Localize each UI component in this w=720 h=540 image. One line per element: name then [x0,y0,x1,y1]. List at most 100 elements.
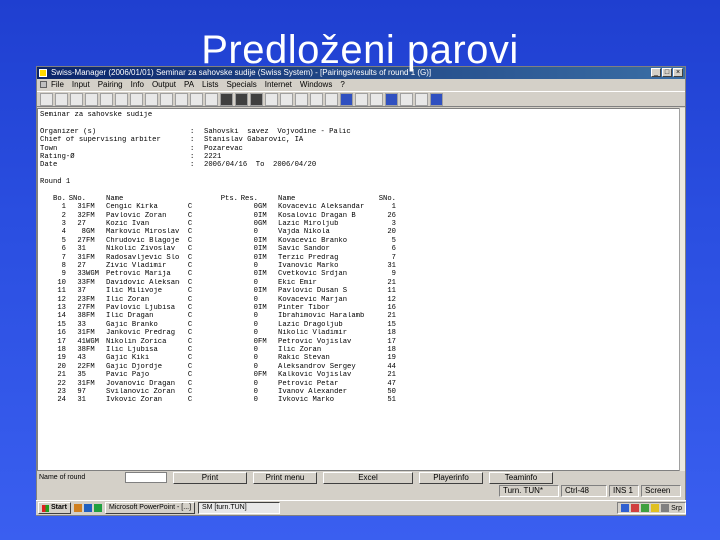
round-6-icon[interactable] [355,92,368,106]
teaminfo-button[interactable]: Teaminfo [489,471,553,484]
open-icon[interactable] [55,92,68,106]
table-row[interactable]: 6 31 Nikolic Zivoslav C 0 IM Savic Sandor 6 [40,245,680,253]
points: 0 [253,362,258,371]
white-color: C [187,354,193,363]
table-row[interactable]: 8 27 Zivic Vladimir C 0 Ivanovic Marko 31 [40,262,680,270]
tray-antivirus-icon[interactable] [631,504,640,512]
black-name: Aleksandrov Sergey [278,362,356,371]
menu-specials[interactable]: Specials [226,79,256,90]
menu-help[interactable]: ? [340,79,344,90]
white-color: C [187,362,193,371]
result-icon[interactable] [205,92,218,106]
white-sno: 31 [77,396,86,405]
table-row[interactable]: 10 33FM Davidovic Aleksandar C 0 Ekic Emir 21 [40,279,680,287]
black-sno: 26 [387,211,396,220]
white-name: Svilanovic Zoran [106,387,176,396]
black-name: Pinter Tibor [278,303,330,312]
table-row[interactable]: 14 38 FM Ilic Dragan C 0 Ibrahimovic Haralamb 2… [40,312,680,320]
table-row[interactable]: 1 31 FM Cengic Kirka C 0 GM Kovacevic Aleksanda… [40,203,680,211]
print-button[interactable]: Print [173,471,247,484]
tray-update-icon[interactable] [641,504,650,512]
menu-internet[interactable]: Internet [265,79,292,90]
menu-input[interactable]: Input [72,79,90,90]
start-button[interactable]: Start [38,502,71,514]
menu-info[interactable]: Info [131,79,144,90]
table-row[interactable]: 3 27 Kozic Ivan C 0 GM Lazic Miroljub 3 [40,220,680,228]
white-sno: 31 [77,379,86,388]
results-document: Seminar za sahovske sudije Organizer (s)… [37,108,681,471]
info-icon[interactable] [430,92,443,106]
list-icon[interactable] [115,92,128,106]
white-name: Ilic Dragan [106,312,154,321]
round-8-icon[interactable] [385,92,398,106]
menu-file[interactable]: File [51,79,64,90]
tray-security-icon[interactable] [661,504,670,512]
playerinfo-button[interactable]: Playerinfo [419,471,483,484]
table-row[interactable]: 13 27 FM Pavlovic Ljubisa C 0 IM Pinter Tibor 16 [40,304,680,312]
table-row[interactable]: 9 33 WGM Petrovic Marija C 0 IM Cvetkovic Srdja… [40,270,680,278]
menu-pairing[interactable]: Pairing [98,79,123,90]
black-title [258,262,278,270]
black-name: Rakic Stevan [278,354,330,363]
round-1-icon[interactable] [280,92,293,106]
pen-icon[interactable] [220,92,233,106]
task-swiss-manager[interactable]: SM [turn.TUN] [197,502,280,514]
vertical-scrollbar[interactable] [679,108,685,471]
menu-windows[interactable]: Windows [300,79,332,90]
table-row[interactable]: 24 31 Ivkovic Zoran C 0 Ivkovic Marko 51 [40,396,680,404]
task-powerpoint[interactable]: Microsoft PowerPoint - [...] [104,502,195,514]
table-row[interactable]: 15 33 Gajic Branko C 0 Lazic Dragoljub 15 [40,321,680,329]
players-icon[interactable] [160,92,173,106]
menu-pa[interactable]: PA [184,79,194,90]
menu-lists[interactable]: Lists [202,79,218,90]
board-number: 12 [57,295,66,304]
table-row[interactable]: 11 37 Ilic Milivoje C 0 IM Pavlovic Dusan S 11 [40,287,680,295]
round-name-input[interactable] [125,472,167,483]
header-line: Seminar za sahovske sudije [40,111,153,119]
grid-icon[interactable] [130,92,143,106]
teams-icon[interactable] [175,92,188,106]
table-row[interactable]: 22 31 FM Jovanovic Dragan C 0 Petrovic Petar 47 [40,380,680,388]
white-color: C [187,220,193,229]
round-4-icon[interactable] [325,92,338,106]
quicklaunch-desktop-icon[interactable] [83,504,92,512]
pairing-icon[interactable] [235,92,248,106]
table-row[interactable]: 12 23 FM Ilic Zoran C 0 Kovacevic Marjan 12 [40,296,680,304]
table-row[interactable]: 23 97 Svilanovic Zoran C 0 Ivanov Alexander 50 [40,388,680,396]
round-9-icon[interactable] [400,92,413,106]
tray-network-icon[interactable] [621,504,630,512]
points: 0 [253,220,258,229]
table-row[interactable]: 4 8 GM Markovic Miroslav C 0 Vajda Nikola 20 [40,228,680,236]
help-icon[interactable] [415,92,428,106]
excel-button[interactable]: Excel [323,471,413,484]
quicklaunch-ie-icon[interactable] [73,504,82,512]
white-title: FM [86,203,95,212]
table-row[interactable]: 17 41 WGM Nikolin Zorica C 0 FM Petrovic Vojisl… [40,338,680,346]
table-row[interactable]: 19 43 Gajic Kiki C 0 Rakic Stevan 19 [40,354,680,362]
save-icon[interactable] [70,92,83,106]
rank-icon[interactable] [145,92,158,106]
table-row[interactable]: 16 31 FM Jankovic Predrag C 0 Nikolic Vladimir… [40,329,680,337]
quicklaunch-media-icon[interactable] [93,504,102,512]
white-sno: 27 [77,262,86,271]
copy-icon[interactable] [85,92,98,106]
print-icon[interactable] [250,92,263,106]
points: 0 [253,396,258,405]
print-menu-button[interactable]: Print menu [253,471,317,484]
round-3-icon[interactable] [310,92,323,106]
table-row[interactable]: 7 31FM Radosavljevic Slobodan C 0IM Terzic Pr… [40,254,680,262]
new-icon[interactable] [40,92,53,106]
table-icon[interactable] [100,92,113,106]
edit-icon[interactable] [265,92,278,106]
table-row[interactable]: 20 22 FM Gajic Djordje C 0 Aleksandrov Sergey 4… [40,363,680,371]
round-2-icon[interactable] [295,92,308,106]
table-row[interactable]: 2 32 FM Pavlovic Zoran C 0 IM Kosalovic Dragan … [40,212,680,220]
cross-table-icon[interactable] [190,92,203,106]
menu-output[interactable]: Output [152,79,176,90]
tray-volume-icon[interactable] [651,504,660,512]
table-row[interactable]: 5 27 FM Chrudovic Blagoje C 0 IM Kovacevic Bran… [40,237,680,245]
table-row[interactable]: 21 35 Pavic Pajo C 0 FM Kalkovic Vojislav 21 [40,371,680,379]
round-5-icon[interactable] [340,92,353,106]
round-7-icon[interactable] [370,92,383,106]
table-row[interactable]: 18 38 FM Ilic Ljubisa C 0 Ilic Zoran 18 [40,346,680,354]
